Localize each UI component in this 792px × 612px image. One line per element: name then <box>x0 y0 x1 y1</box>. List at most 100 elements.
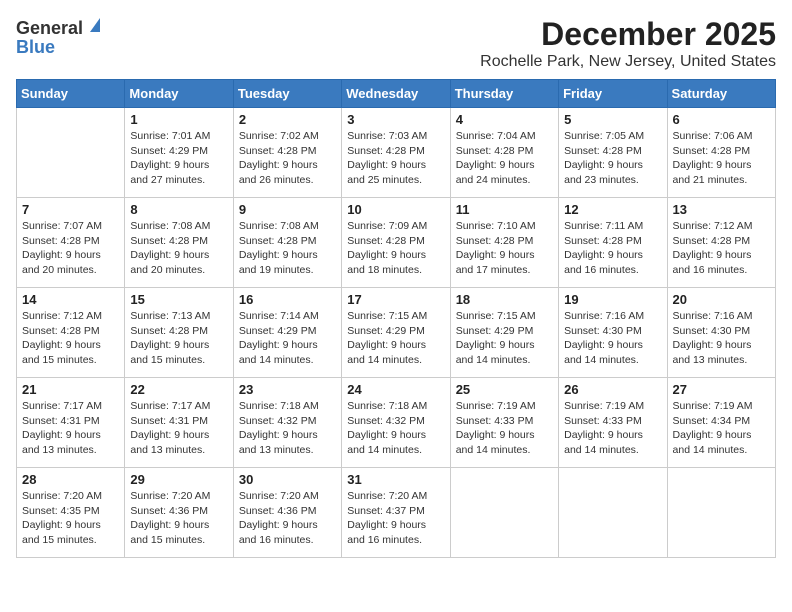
day-info: Sunrise: 7:11 AMSunset: 4:28 PMDaylight:… <box>564 219 661 278</box>
day-number: 19 <box>564 292 661 307</box>
week-row-5: 28 Sunrise: 7:20 AMSunset: 4:35 PMDayligh… <box>17 468 776 558</box>
day-info: Sunrise: 7:08 AMSunset: 4:28 PMDaylight:… <box>130 219 227 278</box>
day-number: 25 <box>456 382 553 397</box>
day-info: Sunrise: 7:08 AMSunset: 4:28 PMDaylight:… <box>239 219 336 278</box>
calendar-cell: 7Sunrise: 7:07 AMSunset: 4:28 PMDaylight… <box>17 198 125 288</box>
day-number: 8 <box>130 202 227 217</box>
week-row-3: 14 Sunrise: 7:12 AMSunset: 4:28 PMDayligh… <box>17 288 776 378</box>
title-block: December 2025 Rochelle Park, New Jersey,… <box>480 16 776 71</box>
day-number: 12 <box>564 202 661 217</box>
day-header-monday: Monday <box>125 80 233 108</box>
calendar-cell <box>667 468 775 558</box>
day-info: Sunrise: 7:01 AMSunset: 4:29 PMDaylight:… <box>130 129 227 188</box>
day-info: Sunrise: 7:14 AMSunset: 4:29 PMDaylight:… <box>239 309 336 368</box>
day-info: Sunrise: 7:18 AMSunset: 4:32 PMDaylight:… <box>239 399 336 458</box>
day-header-friday: Friday <box>559 80 667 108</box>
day-info: Sunrise: 7:13 AMSunset: 4:28 PMDaylight:… <box>130 309 227 368</box>
day-number: 17 <box>347 292 444 307</box>
day-info: Sunrise: 7:18 AMSunset: 4:32 PMDaylight:… <box>347 399 444 458</box>
calendar-cell: 29Sunrise: 7:20 AMSunset: 4:36 PMDayligh… <box>125 468 233 558</box>
day-number: 5 <box>564 112 661 127</box>
day-info: Sunrise: 7:17 AMSunset: 4:31 PMDaylight:… <box>22 399 119 458</box>
calendar-cell: 14 Sunrise: 7:12 AMSunset: 4:28 PMDayligh… <box>17 288 125 378</box>
calendar-cell: 26 Sunrise: 7:19 AMSunset: 4:33 PMDayligh… <box>559 378 667 468</box>
day-number: 10 <box>347 202 444 217</box>
page-header: General Blue December 2025 Rochelle Park… <box>16 16 776 71</box>
calendar-cell: 9 Sunrise: 7:08 AMSunset: 4:28 PMDaylight… <box>233 198 341 288</box>
day-number: 9 <box>239 202 336 217</box>
day-number: 31 <box>347 472 444 487</box>
page-subtitle: Rochelle Park, New Jersey, United States <box>480 53 776 71</box>
calendar-cell: 24 Sunrise: 7:18 AMSunset: 4:32 PMDayligh… <box>342 378 450 468</box>
calendar-header-row: SundayMondayTuesdayWednesdayThursdayFrid… <box>17 80 776 108</box>
calendar-cell <box>17 108 125 198</box>
day-info: Sunrise: 7:19 AMSunset: 4:34 PMDaylight:… <box>673 399 770 458</box>
calendar-cell: 2 Sunrise: 7:02 AMSunset: 4:28 PMDaylight… <box>233 108 341 198</box>
day-info: Sunrise: 7:20 AMSunset: 4:37 PMDaylight:… <box>347 489 444 548</box>
day-number: 22 <box>130 382 227 397</box>
day-number: 29 <box>130 472 227 487</box>
day-number: 6 <box>673 112 770 127</box>
day-header-saturday: Saturday <box>667 80 775 108</box>
day-number: 11 <box>456 202 553 217</box>
calendar-cell: 12 Sunrise: 7:11 AMSunset: 4:28 PMDayligh… <box>559 198 667 288</box>
day-info: Sunrise: 7:03 AMSunset: 4:28 PMDaylight:… <box>347 129 444 188</box>
logo: General Blue <box>16 16 104 58</box>
calendar-cell <box>450 468 558 558</box>
calendar-cell: 13 Sunrise: 7:12 AMSunset: 4:28 PMDayligh… <box>667 198 775 288</box>
day-number: 14 <box>22 292 119 307</box>
day-header-sunday: Sunday <box>17 80 125 108</box>
calendar-cell: 22 Sunrise: 7:17 AMSunset: 4:31 PMDayligh… <box>125 378 233 468</box>
calendar-cell: 3Sunrise: 7:03 AMSunset: 4:28 PMDaylight… <box>342 108 450 198</box>
calendar-cell: 25 Sunrise: 7:19 AMSunset: 4:33 PMDayligh… <box>450 378 558 468</box>
day-info: Sunrise: 7:15 AMSunset: 4:29 PMDaylight:… <box>347 309 444 368</box>
calendar-cell: 17 Sunrise: 7:15 AMSunset: 4:29 PMDayligh… <box>342 288 450 378</box>
calendar-cell: 27Sunrise: 7:19 AMSunset: 4:34 PMDayligh… <box>667 378 775 468</box>
day-number: 2 <box>239 112 336 127</box>
page-title: December 2025 <box>480 16 776 53</box>
day-info: Sunrise: 7:16 AMSunset: 4:30 PMDaylight:… <box>564 309 661 368</box>
day-header-thursday: Thursday <box>450 80 558 108</box>
calendar-cell: 21Sunrise: 7:17 AMSunset: 4:31 PMDayligh… <box>17 378 125 468</box>
day-info: Sunrise: 7:17 AMSunset: 4:31 PMDaylight:… <box>130 399 227 458</box>
day-number: 16 <box>239 292 336 307</box>
day-header-wednesday: Wednesday <box>342 80 450 108</box>
calendar-cell: 30Sunrise: 7:20 AMSunset: 4:36 PMDayligh… <box>233 468 341 558</box>
calendar-cell: 15 Sunrise: 7:13 AMSunset: 4:28 PMDayligh… <box>125 288 233 378</box>
calendar-cell: 1Sunrise: 7:01 AMSunset: 4:29 PMDaylight… <box>125 108 233 198</box>
day-header-tuesday: Tuesday <box>233 80 341 108</box>
day-info: Sunrise: 7:19 AMSunset: 4:33 PMDaylight:… <box>456 399 553 458</box>
logo-triangle-icon <box>86 16 104 39</box>
calendar-cell: 18Sunrise: 7:15 AMSunset: 4:29 PMDayligh… <box>450 288 558 378</box>
calendar-cell: 4Sunrise: 7:04 AMSunset: 4:28 PMDaylight… <box>450 108 558 198</box>
calendar-cell: 28 Sunrise: 7:20 AMSunset: 4:35 PMDayligh… <box>17 468 125 558</box>
day-number: 15 <box>130 292 227 307</box>
day-number: 13 <box>673 202 770 217</box>
day-number: 4 <box>456 112 553 127</box>
day-info: Sunrise: 7:20 AMSunset: 4:35 PMDaylight:… <box>22 489 119 548</box>
day-info: Sunrise: 7:20 AMSunset: 4:36 PMDaylight:… <box>239 489 336 548</box>
day-number: 28 <box>22 472 119 487</box>
day-number: 24 <box>347 382 444 397</box>
day-info: Sunrise: 7:19 AMSunset: 4:33 PMDaylight:… <box>564 399 661 458</box>
calendar-cell: 31 Sunrise: 7:20 AMSunset: 4:37 PMDayligh… <box>342 468 450 558</box>
day-info: Sunrise: 7:10 AMSunset: 4:28 PMDaylight:… <box>456 219 553 278</box>
week-row-4: 21Sunrise: 7:17 AMSunset: 4:31 PMDayligh… <box>17 378 776 468</box>
day-info: Sunrise: 7:15 AMSunset: 4:29 PMDaylight:… <box>456 309 553 368</box>
logo-general: General <box>16 18 83 39</box>
calendar-cell: 23Sunrise: 7:18 AMSunset: 4:32 PMDayligh… <box>233 378 341 468</box>
logo-blue: Blue <box>16 37 55 58</box>
day-info: Sunrise: 7:12 AMSunset: 4:28 PMDaylight:… <box>673 219 770 278</box>
day-info: Sunrise: 7:06 AMSunset: 4:28 PMDaylight:… <box>673 129 770 188</box>
week-row-2: 7Sunrise: 7:07 AMSunset: 4:28 PMDaylight… <box>17 198 776 288</box>
calendar-table: SundayMondayTuesdayWednesdayThursdayFrid… <box>16 79 776 558</box>
week-row-1: 1Sunrise: 7:01 AMSunset: 4:29 PMDaylight… <box>17 108 776 198</box>
calendar-cell: 8 Sunrise: 7:08 AMSunset: 4:28 PMDaylight… <box>125 198 233 288</box>
calendar-cell: 10Sunrise: 7:09 AMSunset: 4:28 PMDayligh… <box>342 198 450 288</box>
day-info: Sunrise: 7:02 AMSunset: 4:28 PMDaylight:… <box>239 129 336 188</box>
day-info: Sunrise: 7:12 AMSunset: 4:28 PMDaylight:… <box>22 309 119 368</box>
day-number: 26 <box>564 382 661 397</box>
calendar-cell: 16 Sunrise: 7:14 AMSunset: 4:29 PMDayligh… <box>233 288 341 378</box>
calendar-cell: 19 Sunrise: 7:16 AMSunset: 4:30 PMDayligh… <box>559 288 667 378</box>
calendar-cell: 11 Sunrise: 7:10 AMSunset: 4:28 PMDayligh… <box>450 198 558 288</box>
